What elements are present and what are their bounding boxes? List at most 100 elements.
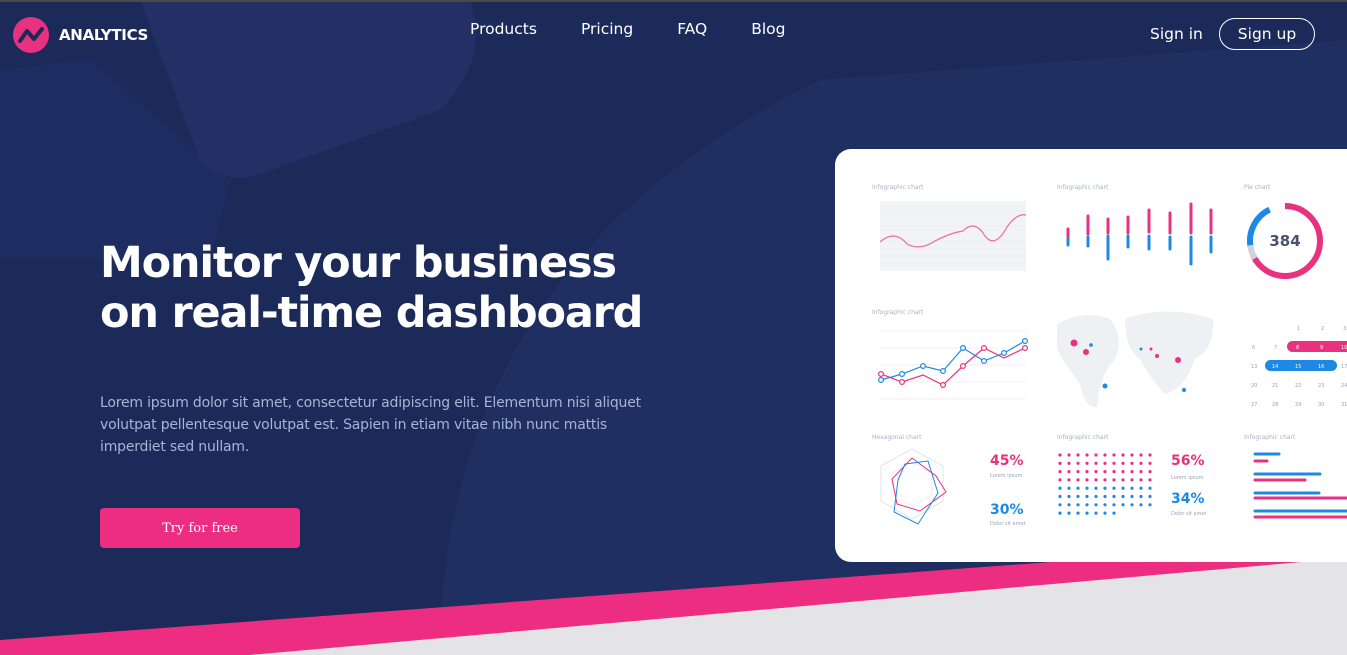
dot-mark bbox=[1085, 503, 1089, 507]
cal-9: 9 bbox=[1320, 345, 1323, 351]
dot-mark bbox=[1094, 494, 1098, 499]
dot-mark bbox=[1058, 461, 1062, 465]
nav-products[interactable]: Products bbox=[470, 20, 537, 38]
signup-button[interactable]: Sign up bbox=[1219, 18, 1315, 50]
dot-mark bbox=[1148, 503, 1152, 507]
line-chart-title: Infographic chart bbox=[872, 309, 924, 316]
pie-value: 384 bbox=[1269, 232, 1300, 250]
dot-mark bbox=[1148, 494, 1152, 499]
dot-mark bbox=[1103, 470, 1107, 474]
dot-mark bbox=[1103, 478, 1107, 482]
dot-chart-panel: Infographic chart 56% Lorem ipsum 34% Do… bbox=[1057, 434, 1207, 517]
cal-28: 28 bbox=[1272, 402, 1278, 408]
hero-title-line-1: Monitor your business bbox=[100, 238, 617, 288]
dot-mark bbox=[1139, 503, 1143, 507]
dot-stat-1-value: 56% bbox=[1171, 453, 1205, 469]
cal-10: 10 bbox=[1341, 345, 1347, 351]
dot-mark bbox=[1112, 511, 1116, 515]
hex-stat-1-label: Lorem ipsum bbox=[990, 473, 1023, 479]
cal-7: 7 bbox=[1274, 345, 1277, 351]
brand-logo[interactable]: ANALYTICS bbox=[13, 17, 148, 53]
dot-mark bbox=[1076, 453, 1080, 457]
dot-mark bbox=[1112, 461, 1116, 465]
dot-mark bbox=[1094, 486, 1098, 490]
dot-mark bbox=[1103, 486, 1107, 490]
main-nav: Products Pricing FAQ Blog bbox=[470, 20, 829, 38]
hexagonal-chart-panel: Hexagonal chart 45% Lorem ipsum 30% Dolo… bbox=[872, 434, 1026, 527]
dot-mark bbox=[1130, 478, 1134, 482]
dot-mark bbox=[1076, 461, 1080, 465]
cal-14: 14 bbox=[1272, 364, 1278, 370]
dot-mark bbox=[1076, 511, 1080, 515]
dot-mark bbox=[1148, 453, 1152, 457]
dot-chart-title: Infographic chart bbox=[1057, 434, 1109, 441]
dot-mark bbox=[1085, 470, 1089, 474]
dot-mark bbox=[1121, 461, 1125, 465]
nav-pricing[interactable]: Pricing bbox=[581, 20, 633, 38]
dot-mark bbox=[1094, 470, 1098, 474]
dot-stat-1-label: Lorem ipsum bbox=[1171, 475, 1204, 481]
dot-mark bbox=[1085, 461, 1089, 465]
dot-mark bbox=[1148, 486, 1152, 490]
dot-mark bbox=[1094, 478, 1098, 482]
dot-mark bbox=[1121, 503, 1125, 507]
cal-13: 13 bbox=[1251, 364, 1257, 370]
dot-mark bbox=[1067, 461, 1071, 465]
signin-link[interactable]: Sign in bbox=[1150, 25, 1203, 43]
dot-mark bbox=[1085, 494, 1089, 499]
dot-mark bbox=[1094, 453, 1098, 457]
dot-mark bbox=[1112, 470, 1116, 474]
cal-23: 23 bbox=[1318, 383, 1324, 389]
horizontal-bar-panel: Infographic chart bbox=[1244, 434, 1347, 519]
dot-mark bbox=[1103, 453, 1107, 457]
dot-mark bbox=[1076, 478, 1080, 482]
dot-mark bbox=[1112, 494, 1116, 499]
nav-faq[interactable]: FAQ bbox=[677, 20, 707, 38]
dot-mark bbox=[1058, 478, 1062, 482]
try-for-free-button[interactable]: Try for free bbox=[100, 508, 300, 548]
dot-mark bbox=[1103, 511, 1107, 515]
analytics-logo-icon bbox=[13, 17, 49, 53]
dot-mark bbox=[1085, 486, 1089, 490]
calendar-panel: 1 2 3 6 7 8 9 10 13 14 15 16 17 20 21 22… bbox=[1251, 326, 1347, 408]
cal-21: 21 bbox=[1272, 383, 1278, 389]
dot-mark bbox=[1094, 511, 1098, 515]
dot-mark bbox=[1076, 494, 1080, 499]
dot-mark bbox=[1103, 494, 1107, 499]
dot-mark bbox=[1094, 503, 1098, 507]
nav-blog[interactable]: Blog bbox=[751, 20, 785, 38]
dot-mark bbox=[1130, 470, 1134, 474]
brand-name: ANALYTICS bbox=[59, 26, 149, 44]
cal-8: 8 bbox=[1296, 345, 1299, 351]
dot-mark bbox=[1085, 453, 1089, 457]
top-border bbox=[0, 0, 1347, 2]
cal-29: 29 bbox=[1295, 402, 1301, 408]
dot-mark bbox=[1130, 494, 1134, 499]
world-map-panel bbox=[1057, 311, 1214, 408]
dot-mark bbox=[1130, 503, 1134, 507]
hero-title: Monitor your business on real-time dashb… bbox=[100, 238, 660, 338]
dot-mark bbox=[1103, 461, 1107, 465]
cal-15: 15 bbox=[1295, 364, 1301, 370]
dot-mark bbox=[1058, 470, 1062, 474]
dot-mark bbox=[1058, 503, 1062, 507]
dot-mark bbox=[1067, 453, 1071, 457]
hero-description: Lorem ipsum dolor sit amet, consectetur … bbox=[100, 395, 641, 455]
cal-2: 2 bbox=[1321, 326, 1324, 332]
cal-1: 1 bbox=[1297, 326, 1300, 332]
dot-mark bbox=[1076, 503, 1080, 507]
dot-mark bbox=[1058, 486, 1062, 490]
cal-27: 27 bbox=[1251, 402, 1257, 408]
bar-chart-title: Infographic chart bbox=[1057, 184, 1109, 191]
dot-mark bbox=[1067, 503, 1071, 507]
dot-mark bbox=[1112, 478, 1116, 482]
dot-mark bbox=[1121, 478, 1125, 482]
dot-mark bbox=[1139, 494, 1143, 499]
cal-24: 24 bbox=[1341, 383, 1347, 389]
dot-mark bbox=[1067, 478, 1071, 482]
cal-17: 17 bbox=[1341, 364, 1347, 370]
hex-chart-title: Hexagonal chart bbox=[872, 434, 922, 441]
dot-mark bbox=[1067, 494, 1071, 499]
cal-31: 31 bbox=[1341, 402, 1347, 408]
dot-mark bbox=[1094, 461, 1098, 465]
